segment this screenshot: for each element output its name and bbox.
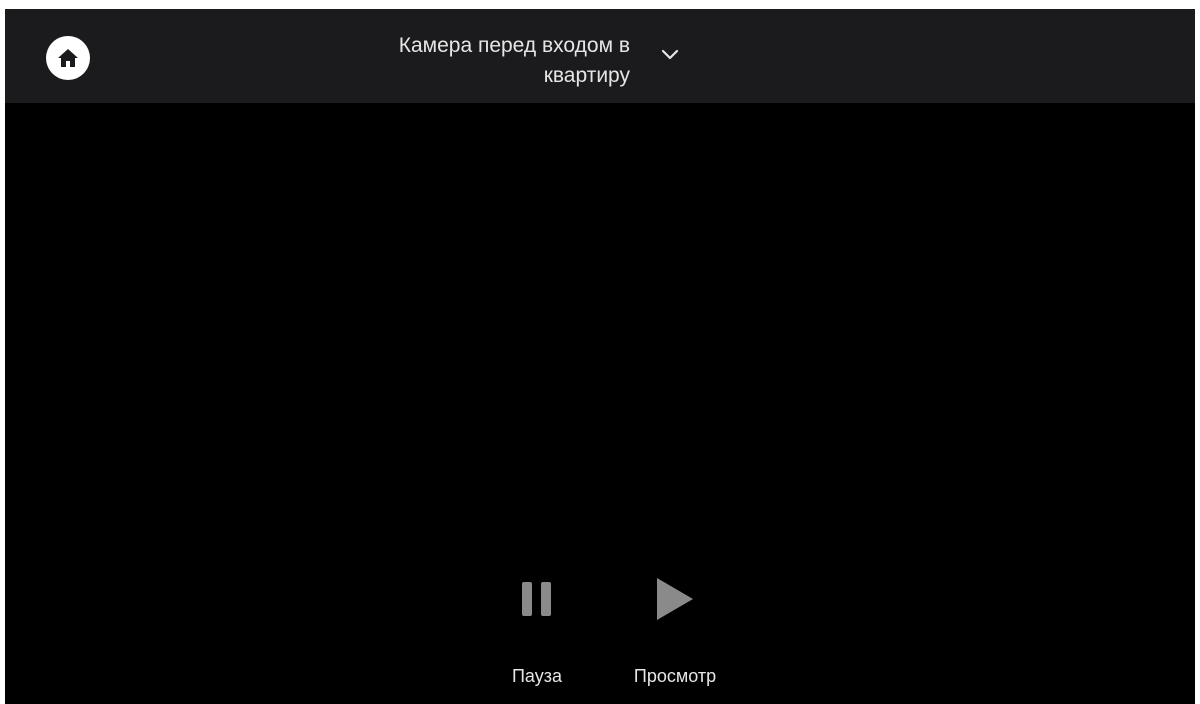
camera-title: Камера перед входом в квартиру	[398, 34, 630, 87]
video-feed-area	[5, 103, 1195, 704]
top-bar: Камера перед входом в квартиру	[5, 9, 1195, 103]
play-icon	[615, 569, 735, 629]
pause-button[interactable]: Пауза	[477, 569, 597, 699]
play-button[interactable]: Просмотр	[615, 569, 735, 699]
pause-label: Пауза	[511, 666, 562, 686]
chevron-down-icon	[661, 49, 679, 60]
play-label: Просмотр	[633, 666, 717, 686]
camera-screen: Камера перед входом в квартиру Пауза Про…	[5, 9, 1195, 704]
home-button[interactable]	[46, 36, 90, 80]
camera-selector-dropdown[interactable]: Камера перед входом в квартиру	[360, 29, 690, 89]
pause-icon	[477, 569, 597, 629]
home-icon	[58, 49, 78, 67]
